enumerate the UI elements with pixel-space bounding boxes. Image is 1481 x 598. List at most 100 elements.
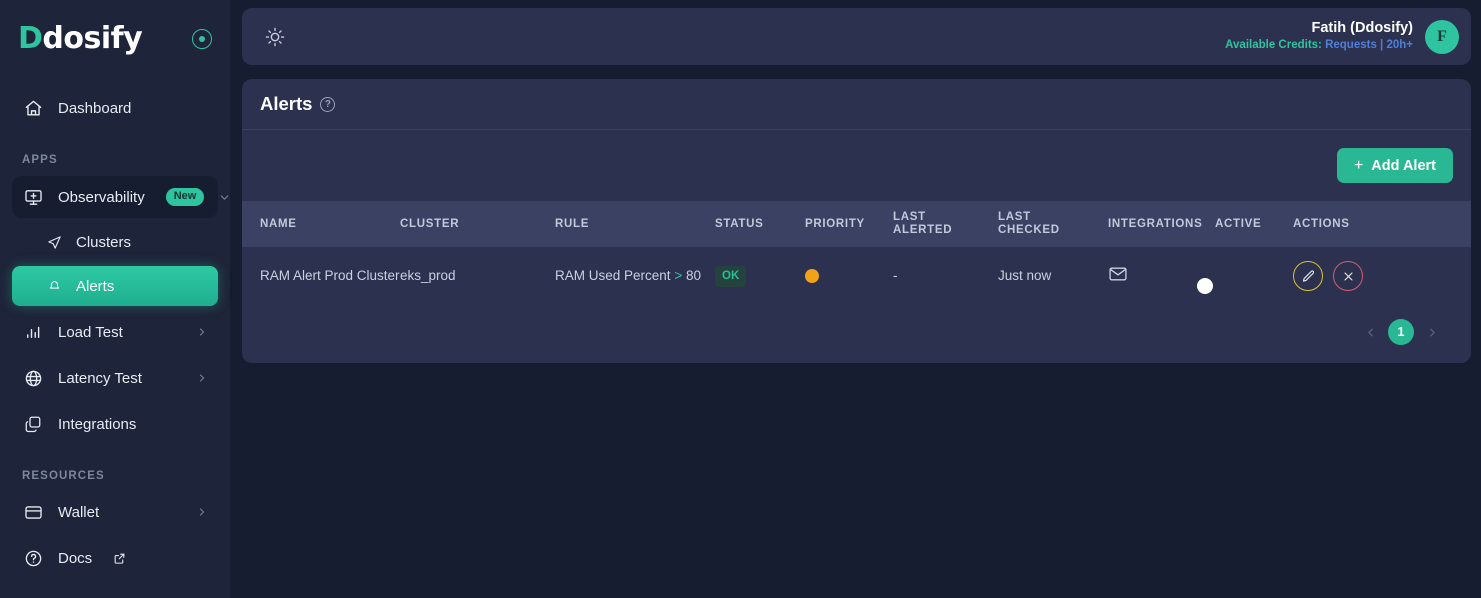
sidebar-item-label: Alerts bbox=[76, 277, 115, 295]
add-alert-button[interactable]: + Add Alert bbox=[1336, 148, 1453, 183]
plus-icon: + bbox=[1353, 156, 1364, 174]
cell-name: RAM Alert Prod Cluster bbox=[260, 268, 400, 284]
sidebar-item-clusters[interactable]: Clusters bbox=[12, 222, 218, 262]
copy-icon bbox=[22, 413, 44, 435]
cell-active bbox=[1197, 247, 1293, 305]
sidebar-item-alerts[interactable]: Alerts bbox=[12, 266, 218, 306]
chevron-left-icon[interactable] bbox=[1357, 319, 1383, 345]
cell-status: OK bbox=[715, 247, 805, 305]
monitor-icon bbox=[22, 186, 44, 208]
last-checked-line1: LAST bbox=[998, 211, 1031, 223]
chevron-right-icon[interactable] bbox=[1419, 319, 1445, 345]
sidebar-item-load-test[interactable]: Load Test bbox=[12, 312, 218, 352]
pagination-page-1[interactable]: 1 bbox=[1388, 319, 1414, 346]
sidebar: Ddosify Dashboard APPS Observability New bbox=[0, 0, 230, 598]
table-row[interactable]: RAM Alert Prod Cluster eks_prod RAM Used… bbox=[242, 247, 1471, 306]
delete-alert-button[interactable] bbox=[1333, 261, 1363, 292]
column-header-active: ACTIVE bbox=[1215, 217, 1262, 230]
column-header-status: STATUS bbox=[715, 217, 764, 230]
sidebar-item-label: Latency Test bbox=[58, 369, 142, 387]
chevron-right-icon[interactable] bbox=[196, 372, 208, 384]
alerts-card: Alerts ? + Add Alert NAME CLUSTER RULE S… bbox=[242, 79, 1471, 364]
logo-rest: dosify bbox=[42, 21, 143, 56]
chevron-down-icon[interactable] bbox=[218, 191, 231, 204]
sidebar-item-latency-test[interactable]: Latency Test bbox=[12, 358, 218, 398]
logo-first-letter: D bbox=[18, 21, 43, 56]
status-badge: OK bbox=[715, 265, 747, 288]
priority-dot-icon bbox=[805, 269, 819, 284]
chevron-right-icon[interactable] bbox=[196, 326, 208, 338]
rule-metric: RAM Used Percent bbox=[555, 268, 671, 284]
user-info: Fatih (Ddosify) Available Credits: Reque… bbox=[1225, 19, 1413, 54]
cell-priority bbox=[805, 247, 893, 305]
sidebar-item-integrations[interactable]: Integrations bbox=[12, 404, 218, 444]
sidebar-item-label: Load Test bbox=[58, 323, 123, 341]
sidebar-item-dashboard[interactable]: Dashboard bbox=[12, 88, 218, 128]
sidebar-item-label: Dashboard bbox=[58, 99, 132, 117]
question-circle-icon[interactable]: ? bbox=[320, 96, 336, 112]
card-header: Alerts ? bbox=[242, 79, 1471, 130]
target-icon[interactable] bbox=[192, 29, 212, 49]
rule-threshold: 80 bbox=[685, 268, 701, 284]
cell-cluster: eks_prod bbox=[400, 268, 456, 284]
bar-chart-icon bbox=[22, 321, 44, 343]
external-link-icon bbox=[113, 552, 126, 565]
last-alerted-line1: LAST bbox=[893, 211, 926, 223]
table-header: NAME CLUSTER RULE STATUS PRIORITY LAST AL… bbox=[242, 201, 1471, 248]
brand-logo[interactable]: Ddosify bbox=[0, 0, 230, 78]
sidebar-item-observability[interactable]: Observability New bbox=[12, 176, 229, 218]
sidebar-item-label: Docs bbox=[58, 549, 93, 567]
cell-last-checked: Just now bbox=[998, 268, 1052, 284]
sun-icon[interactable] bbox=[260, 22, 290, 52]
card-toolbar: + Add Alert bbox=[242, 130, 1471, 201]
avatar[interactable]: F bbox=[1425, 19, 1459, 54]
rule-operator: > bbox=[674, 268, 683, 284]
sidebar-section-apps: APPS bbox=[22, 154, 58, 166]
credits-value[interactable]: Requests | 20h+ bbox=[1325, 39, 1413, 51]
table-header-row: NAME CLUSTER RULE STATUS PRIORITY LAST AL… bbox=[242, 201, 1471, 248]
bell-icon bbox=[46, 275, 62, 297]
sidebar-item-label: Integrations bbox=[58, 415, 137, 433]
available-credits: Available Credits: Requests | 20h+ bbox=[1225, 37, 1413, 54]
sidebar-item-label: Clusters bbox=[76, 233, 132, 251]
user-menu[interactable]: Fatih (Ddosify) Available Credits: Reque… bbox=[1225, 19, 1459, 54]
user-name: Fatih (Ddosify) bbox=[1311, 19, 1414, 36]
credit-card-icon bbox=[22, 501, 44, 523]
mail-icon[interactable] bbox=[1108, 267, 1128, 287]
logo-wordmark: Ddosify bbox=[18, 21, 143, 56]
code-icon bbox=[22, 593, 44, 598]
credits-label: Available Credits: bbox=[1225, 38, 1322, 51]
chevron-right-icon[interactable] bbox=[196, 506, 208, 518]
edit-alert-button[interactable] bbox=[1293, 261, 1323, 292]
sidebar-item-label: Observability bbox=[58, 188, 145, 206]
column-header-actions: ACTIONS bbox=[1293, 217, 1350, 230]
table-body: RAM Alert Prod Cluster eks_prod RAM Used… bbox=[242, 247, 1471, 306]
column-header-last-checked: LAST CHECKED bbox=[998, 201, 1108, 247]
column-header-rule: RULE bbox=[555, 217, 590, 230]
last-alerted-line2: ALERTED bbox=[893, 224, 953, 237]
column-header-last-alerted: LAST ALERTED bbox=[893, 201, 998, 247]
topbar: Fatih (Ddosify) Available Credits: Reque… bbox=[242, 8, 1471, 65]
add-alert-label: Add Alert bbox=[1371, 157, 1436, 174]
cell-rule: RAM Used Percent > 80 bbox=[555, 247, 715, 305]
sidebar-item-label: Wallet bbox=[58, 503, 100, 521]
column-header-integrations: INTEGRATIONS bbox=[1108, 217, 1203, 230]
main-content: Fatih (Ddosify) Available Credits: Reque… bbox=[230, 0, 1481, 598]
cell-last-alerted: - bbox=[893, 268, 898, 284]
sidebar-item-wallet[interactable]: Wallet bbox=[12, 492, 218, 532]
question-circle-icon bbox=[22, 547, 44, 569]
column-header-priority: PRIORITY bbox=[805, 217, 865, 230]
last-checked-line2: CHECKED bbox=[998, 224, 1060, 237]
sidebar-item-docs[interactable]: Docs bbox=[12, 538, 218, 578]
sidebar-item-api-docs[interactable]: API Docs bbox=[12, 584, 218, 598]
actions-group bbox=[1293, 261, 1471, 292]
cell-integrations bbox=[1108, 247, 1215, 305]
column-header-name: NAME bbox=[260, 217, 297, 230]
globe-icon bbox=[22, 367, 44, 389]
column-header-cluster: CLUSTER bbox=[400, 217, 460, 230]
app-root: Ddosify Dashboard APPS Observability New bbox=[0, 0, 1481, 598]
pagination: 1 bbox=[242, 305, 1471, 363]
sidebar-section-resources: RESOURCES bbox=[22, 470, 105, 482]
new-badge: New bbox=[165, 188, 205, 206]
alerts-table: NAME CLUSTER RULE STATUS PRIORITY LAST AL… bbox=[242, 201, 1471, 306]
